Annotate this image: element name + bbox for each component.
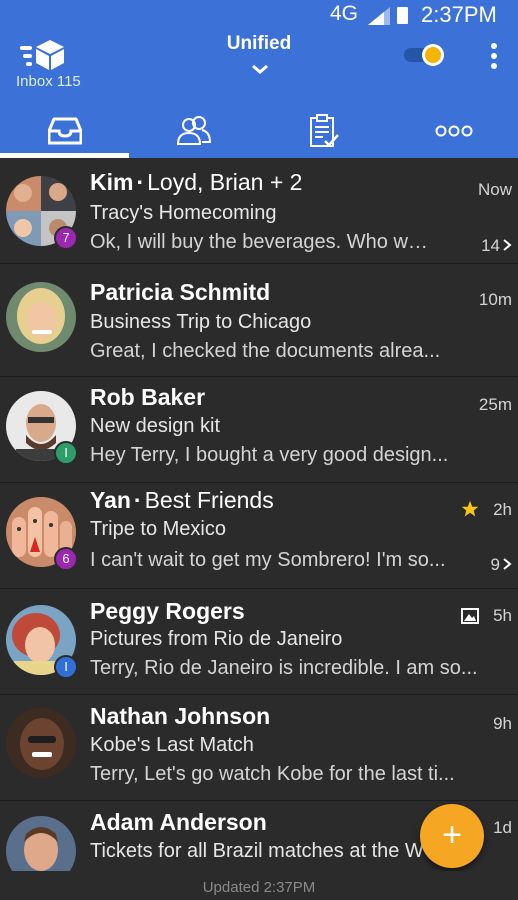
avatar [6,816,76,871]
compose-button[interactable]: + [420,804,484,868]
status-time: 2:37PM [421,2,497,27]
sender-primary: Kim [90,169,134,195]
message-subject: New design kit [90,415,221,437]
status-bar: 4G 2:37PM [0,0,518,30]
avatar [6,708,76,778]
tab-more[interactable] [389,108,518,154]
sync-status: Updated 2:37PM [0,871,518,900]
message-row[interactable]: 6 Yan · Best Friends Tripe to Mexico I can… [0,483,518,589]
sender-name: Peggy Rogers [90,598,245,624]
thread-count: 9 [490,555,500,574]
separator-dot: · [133,487,142,513]
signal-icon [368,7,390,25]
message-time: 25m [478,395,512,414]
chevron-right-icon[interactable] [502,238,512,252]
message-row[interactable]: I Rob Baker New design kit Hey Terry, I … [0,377,518,483]
message-time: 1d [493,818,512,837]
message-row[interactable]: Patricia Schmitd Business Trip to Chicag… [0,271,518,377]
message-time: Now [477,180,512,199]
message-time: 10m [478,290,512,309]
chevron-down-icon[interactable] [250,63,270,75]
contacts-icon [176,116,212,145]
overflow-menu-icon[interactable] [490,43,498,69]
chevron-right-icon[interactable] [502,557,512,571]
message-subject: Tracy's Homecoming [90,202,277,224]
account-toggle[interactable] [404,44,444,66]
sender-name: Rob Baker [90,384,206,410]
sender-primary: Yan [90,487,131,513]
message-subject: Kobe's Last Match [90,734,254,756]
message-time: 9h [493,714,512,733]
tab-tasks[interactable] [259,108,389,154]
sender-name: Yan · Best Friends [90,487,274,514]
avatar [6,282,76,352]
unread-badge: 6 [54,547,78,571]
sender-name: Adam Anderson [90,809,267,835]
sender-name: Patricia Schmitd [90,279,271,305]
sender-name: Nathan Johnson [90,703,271,729]
thread-count: 14 [481,236,500,255]
sender-name: Kim · Loyd, Brian + 2 [90,169,302,196]
tasks-clipboard-icon [310,114,339,147]
network-type: 4G [330,2,359,25]
person-avatar-icon [425,47,441,63]
message-time: 2h [493,500,512,519]
message-preview: Hey Terry, I bought a very good design..… [90,444,449,466]
battery-icon [397,7,408,24]
message-subject: Tickets for all Brazil matches at the W [90,840,424,862]
image-icon [461,608,479,624]
message-preview: I can't wait to get my Sombrero! I'm so.… [90,549,446,571]
message-subject: Business Trip to Chicago [90,311,312,333]
message-row[interactable]: Nathan Johnson Kobe's Last Match Terry, … [0,695,518,801]
unread-badge: 7 [54,226,78,250]
compose-plus-icon: + [442,816,462,854]
account-title[interactable]: Unified [200,33,318,55]
sender-group: Best Friends [144,487,274,513]
message-subject: Tripe to Mexico [90,518,226,540]
tab-contacts[interactable] [129,108,259,154]
message-row[interactable]: 7 Kim · Loyd, Brian + 2 Tracy's Homecoming… [0,158,518,264]
inbox-tray-icon [47,117,82,145]
message-row[interactable]: I Peggy Rogers Pictures from Rio de Jane… [0,589,518,695]
message-time: 5h [493,606,512,625]
app-bar: Inbox 115 Unified [0,30,518,158]
message-preview: Terry, Rio de Janeiro is incredible. I a… [90,657,478,679]
message-list[interactable]: 7 Kim · Loyd, Brian + 2 Tracy's Homecoming… [0,158,518,871]
message-preview: Ok, I will buy the beverages. Who will.. [90,231,430,253]
account-badge: I [54,441,78,465]
message-subject: Pictures from Rio de Janeiro [90,628,343,650]
separator-dot: · [136,169,145,195]
sender-group: Loyd, Brian + 2 [147,169,303,195]
toggle-knob [422,44,444,66]
message-preview: Terry, Let's go watch Kobe for the last … [90,763,455,785]
more-dots-icon [435,125,472,137]
message-preview: Great, I checked the documents alrea... [90,340,441,362]
app-logo-icon[interactable] [20,38,66,72]
star-icon[interactable] [461,500,479,518]
account-badge: I [54,655,78,679]
inbox-count[interactable]: Inbox 115 [16,73,81,90]
tab-inbox[interactable] [0,108,129,154]
